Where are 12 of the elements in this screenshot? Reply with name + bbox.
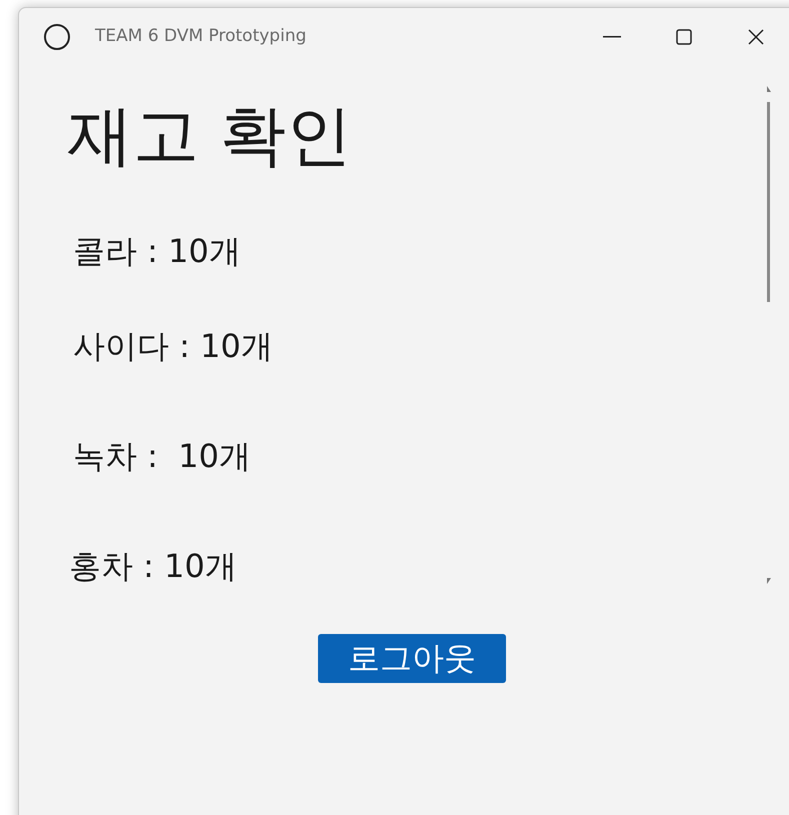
minimize-icon	[603, 36, 621, 38]
window-title: TEAM 6 DVM Prototyping	[95, 25, 306, 48]
stock-label: 사이다 : 10개	[73, 326, 273, 367]
stock-label: 녹차 : 10개	[73, 436, 252, 477]
page-heading: 재고 확인	[67, 100, 352, 172]
stock-label: 콜라 : 10개	[73, 231, 241, 272]
logout-button[interactable]: 로그아웃	[318, 634, 506, 683]
stock-label: 홍차 : 10개	[69, 546, 237, 587]
close-icon	[748, 29, 764, 45]
app-icon	[43, 23, 71, 51]
scrollbar-drawing[interactable]	[766, 86, 772, 586]
maximize-icon	[676, 29, 692, 45]
